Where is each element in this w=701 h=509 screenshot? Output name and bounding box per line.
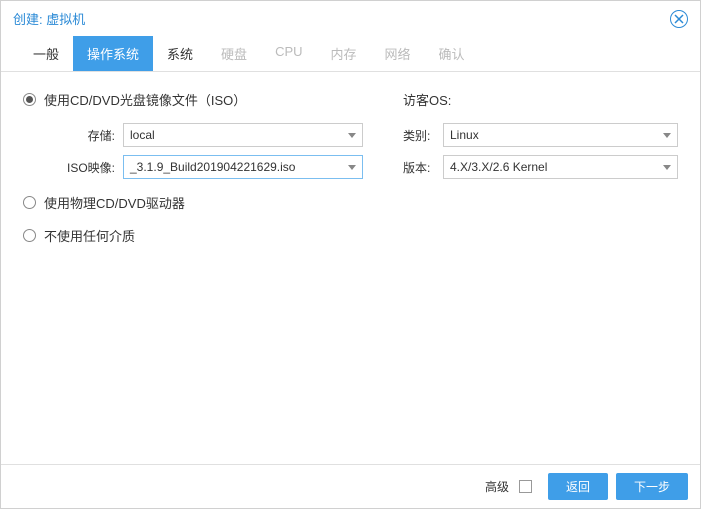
advanced-checkbox[interactable] — [519, 480, 532, 493]
wizard-tabs: 一般 操作系统 系统 硬盘 CPU 内存 网络 确认 — [1, 36, 700, 72]
chevron-down-icon — [348, 165, 356, 170]
tab-system[interactable]: 系统 — [153, 36, 207, 71]
chevron-down-icon — [663, 133, 671, 138]
content-area: 使用CD/DVD光盘镜像文件（ISO） 存储: local ISO映像: _3.… — [1, 72, 700, 464]
storage-select[interactable]: local — [123, 123, 363, 147]
dialog-title: 创建: 虚拟机 — [13, 9, 85, 28]
radio-iso-row[interactable]: 使用CD/DVD光盘镜像文件（ISO） — [23, 90, 363, 109]
close-button[interactable] — [670, 10, 688, 28]
radio-none-label: 不使用任何介质 — [44, 226, 135, 245]
tab-os[interactable]: 操作系统 — [73, 36, 153, 71]
version-value: 4.X/3.X/2.6 Kernel — [450, 160, 547, 174]
next-button[interactable]: 下一步 — [616, 473, 688, 500]
dialog-header: 创建: 虚拟机 — [1, 1, 700, 36]
dialog-footer: 高级 返回 下一步 — [1, 464, 700, 508]
chevron-down-icon — [663, 165, 671, 170]
radio-iso[interactable] — [23, 93, 36, 106]
iso-select[interactable]: _3.1.9_Build201904221629.iso — [123, 155, 363, 179]
chevron-down-icon — [348, 133, 356, 138]
version-select[interactable]: 4.X/3.X/2.6 Kernel — [443, 155, 678, 179]
type-value: Linux — [450, 128, 479, 142]
iso-value: _3.1.9_Build201904221629.iso — [130, 160, 295, 174]
radio-physical-label: 使用物理CD/DVD驱动器 — [44, 193, 185, 212]
tab-disk: 硬盘 — [207, 36, 261, 71]
iso-label: ISO映像: — [23, 159, 123, 176]
storage-value: local — [130, 128, 155, 142]
radio-iso-label: 使用CD/DVD光盘镜像文件（ISO） — [44, 90, 246, 109]
guest-os-label: 访客OS: — [403, 90, 678, 109]
radio-none-row[interactable]: 不使用任何介质 — [23, 226, 363, 245]
tab-memory: 内存 — [317, 36, 371, 71]
tab-confirm: 确认 — [425, 36, 479, 71]
radio-physical[interactable] — [23, 196, 36, 209]
tab-network: 网络 — [371, 36, 425, 71]
advanced-label: 高级 — [485, 478, 509, 495]
version-label: 版本: — [403, 159, 443, 176]
radio-physical-row[interactable]: 使用物理CD/DVD驱动器 — [23, 193, 363, 212]
type-select[interactable]: Linux — [443, 123, 678, 147]
type-label: 类别: — [403, 127, 443, 144]
storage-label: 存储: — [23, 127, 123, 144]
radio-none[interactable] — [23, 229, 36, 242]
tab-cpu: CPU — [261, 36, 316, 71]
back-button[interactable]: 返回 — [548, 473, 608, 500]
tab-general[interactable]: 一般 — [19, 36, 73, 71]
